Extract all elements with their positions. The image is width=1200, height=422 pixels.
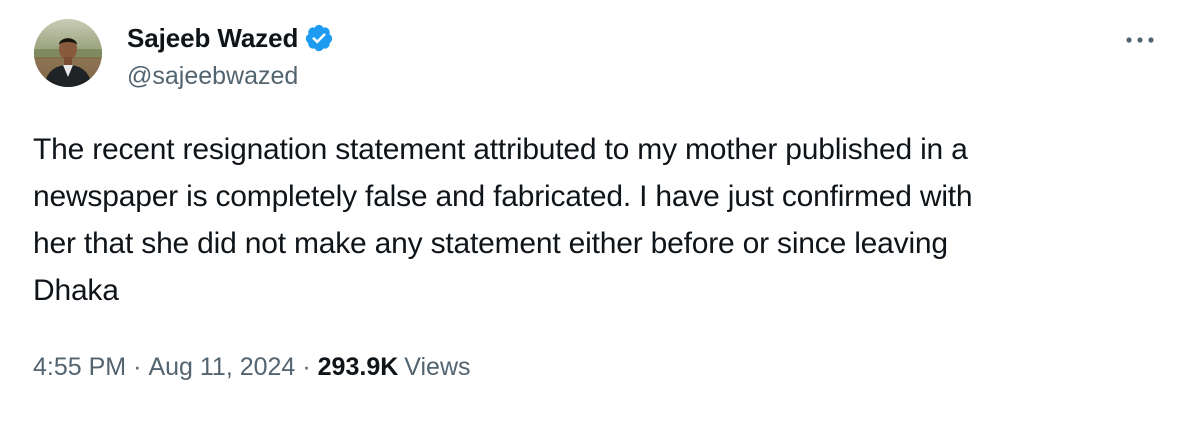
- meta-separator: ·: [133, 353, 142, 381]
- tweet-card: Sajeeb Wazed @sajeebwazed The recent res…: [0, 0, 1200, 422]
- tweet-meta: 4:55 PM · Aug 11, 2024 · 293.9K Views: [33, 353, 471, 382]
- tweet-text: The recent resignation statement attribu…: [33, 133, 973, 307]
- views-count[interactable]: 293.9K: [318, 353, 399, 382]
- author-name-row: Sajeeb Wazed: [127, 20, 334, 56]
- author-avatar[interactable]: [34, 19, 102, 87]
- views-label[interactable]: Views: [404, 353, 470, 382]
- avatar-photo: [34, 19, 102, 87]
- tweet-time[interactable]: 4:55 PM: [33, 353, 126, 382]
- more-options-icon: [1126, 37, 1154, 43]
- more-options-button[interactable]: [1117, 22, 1163, 58]
- meta-separator: ·: [302, 353, 311, 381]
- tweet-date[interactable]: Aug 11, 2024: [148, 353, 295, 382]
- author-handle[interactable]: @sajeebwazed: [127, 62, 298, 91]
- author-name[interactable]: Sajeeb Wazed: [127, 23, 298, 54]
- verified-badge-icon[interactable]: [304, 23, 334, 53]
